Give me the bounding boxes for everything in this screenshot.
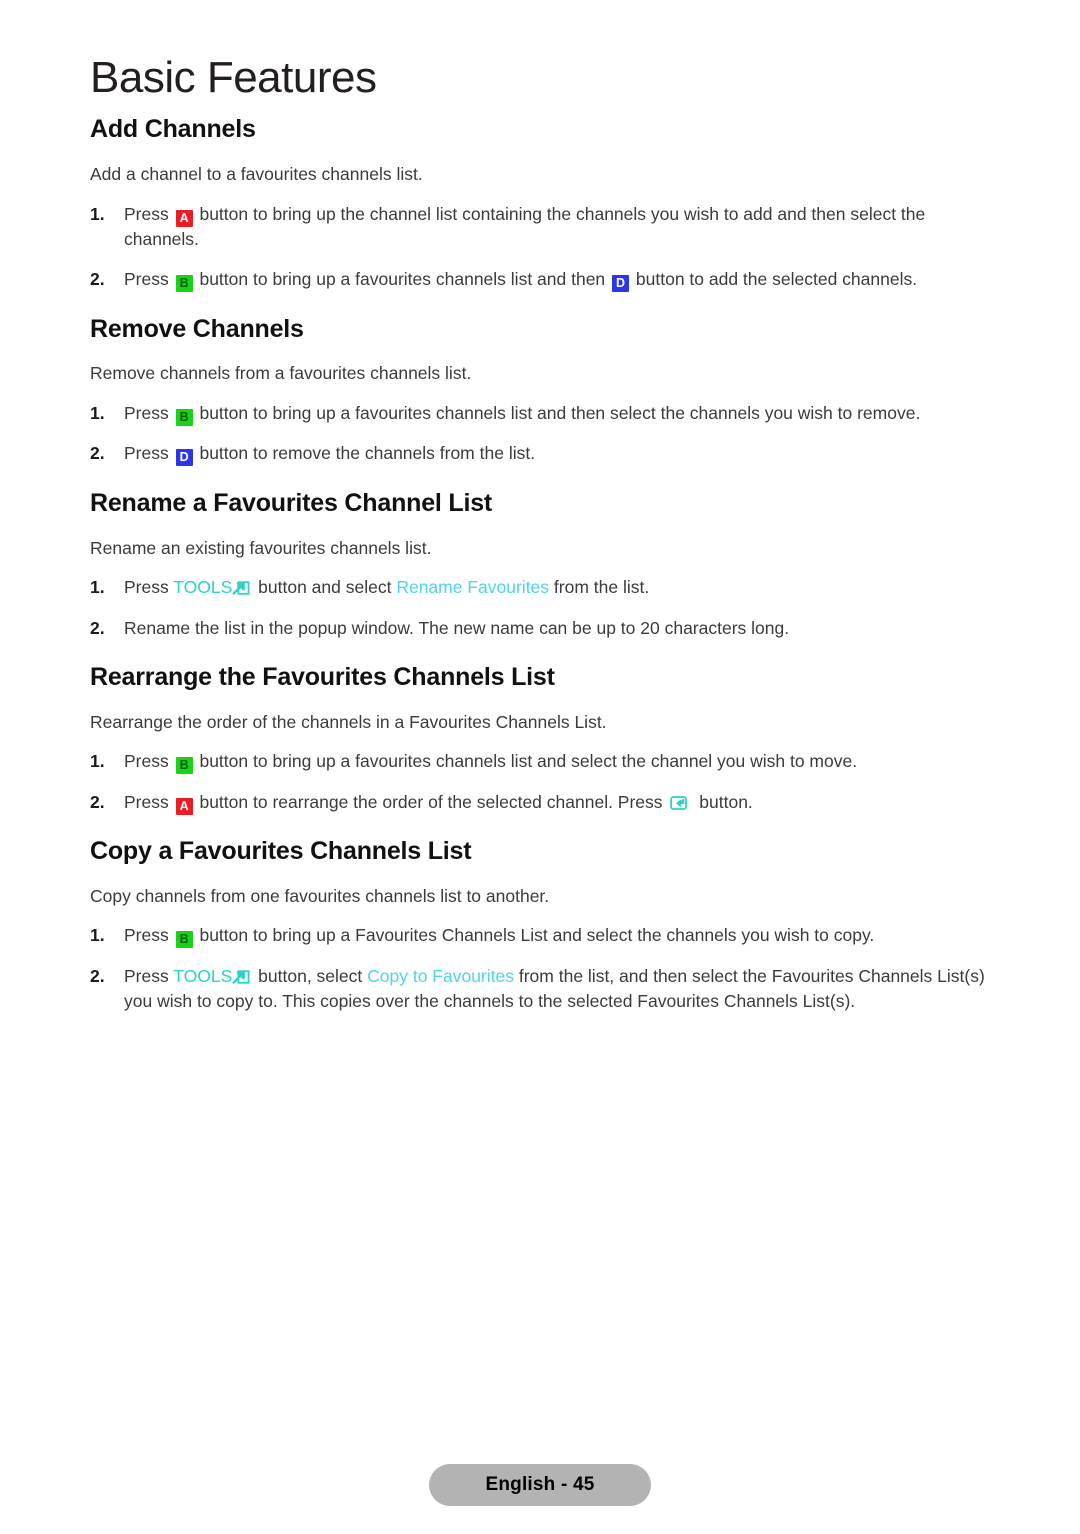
remote-key-a: A	[175, 209, 193, 227]
step-number: 2.	[90, 791, 105, 812]
page-title: Basic Features	[90, 53, 377, 102]
menu-item-reference: Copy to Favourites	[367, 965, 514, 986]
step-number: 1.	[90, 925, 105, 946]
footer-page-badge: English - 45	[429, 1464, 651, 1506]
section-intro: Copy channels from one favourites channe…	[90, 885, 550, 906]
step-list: 1. Press B button to bring up a favourite…	[90, 386, 990, 467]
remote-key-b: B	[175, 275, 193, 293]
step-number: 1.	[90, 403, 105, 424]
step-number: 2.	[90, 269, 105, 290]
step-item: 1. Press B button to bring up a Favourite…	[90, 908, 990, 949]
section: Remove Channels Remove channels from a fa…	[90, 293, 990, 467]
section: Copy a Favourites Channels List Copy chan…	[90, 815, 990, 1015]
step-text: Rename the list in the popup window. The…	[124, 617, 790, 638]
step-item: 2. Press A button to rearrange the order …	[90, 775, 990, 815]
step-text: Press D button to remove the channels fr…	[124, 443, 536, 467]
remote-key-d: D	[612, 275, 630, 293]
manual-page: Basic Features Add Channels Add a channel…	[0, 0, 1080, 1534]
section-intro: Rename an existing favourites channels l…	[90, 537, 432, 558]
enter-return-icon	[670, 795, 688, 810]
step-number: 1.	[90, 751, 105, 772]
remote-key-d: D	[175, 449, 193, 467]
section: Rename a Favourites Channel List Rename a…	[90, 467, 990, 641]
step-text: Press B button to bring up a favourites …	[124, 269, 918, 293]
step-text: Press A button to rearrange the order of…	[124, 791, 753, 815]
section-heading: Rename a Favourites Channel List	[90, 488, 493, 517]
remote-key-a: A	[175, 797, 193, 815]
step-text: Press B button to bring up a favourites …	[124, 403, 921, 427]
step-item: 2. Rename the list in the popup window. T…	[90, 601, 990, 641]
step-item: 2. Press TOOLS button, select Copy to Fav…	[90, 949, 990, 1015]
sections-container: Add Channels Add a channel to a favourite…	[90, 101, 990, 1014]
remote-key-b: B	[175, 409, 193, 427]
section-intro: Rearrange the order of the channels in a…	[90, 711, 607, 732]
step-list: 1. Press TOOLS button and select Rename F…	[90, 560, 990, 641]
step-text: Press B button to bring up a Favourites …	[124, 925, 875, 949]
section-heading: Add Channels	[90, 115, 256, 144]
section-heading: Remove Channels	[90, 314, 304, 343]
step-number: 1.	[90, 203, 105, 224]
section-heading: Rearrange the Favourites Channels List	[90, 662, 555, 691]
step-item: 1. Press TOOLS button and select Rename F…	[90, 560, 990, 600]
tools-arrow-icon	[232, 970, 250, 984]
step-item: 2. Press B button to bring up a favourite…	[90, 252, 990, 293]
remote-key-b: B	[175, 757, 193, 775]
step-text: Press TOOLS button and select Rename Fav…	[124, 577, 650, 598]
step-text: Press B button to bring up a favourites …	[124, 751, 858, 775]
step-number: 2.	[90, 965, 105, 986]
section-heading: Copy a Favourites Channels List	[90, 837, 472, 866]
menu-item-reference: Rename Favourites	[396, 577, 550, 598]
step-item: 1. Press B button to bring up a favourite…	[90, 386, 990, 427]
step-list: 1. Press A button to bring up the channel…	[90, 187, 990, 293]
step-number: 2.	[90, 443, 105, 464]
remote-key-b: B	[175, 931, 193, 949]
step-item: 1. Press B button to bring up a favourite…	[90, 734, 990, 775]
tools-arrow-icon	[232, 581, 250, 596]
step-item: 1. Press A button to bring up the channel…	[90, 187, 990, 253]
step-number: 2.	[90, 617, 105, 638]
step-number: 1.	[90, 577, 105, 598]
tools-button-label: TOOLS	[173, 577, 233, 598]
step-item: 2. Press D button to remove the channels …	[90, 426, 990, 467]
section-intro: Add a channel to a favourites channels l…	[90, 163, 423, 184]
step-list: 1. Press B button to bring up a Favourite…	[90, 908, 990, 1014]
tools-button-label: TOOLS	[173, 965, 233, 986]
section-intro: Remove channels from a favourites channe…	[90, 363, 472, 384]
section: Add Channels Add a channel to a favourite…	[90, 101, 990, 293]
step-text: Press TOOLS button, select Copy to Favou…	[124, 965, 985, 1012]
page-footer: English - 45	[0, 1464, 1080, 1506]
step-list: 1. Press B button to bring up a favourite…	[90, 734, 990, 815]
step-text: Press A button to bring up the channel l…	[124, 203, 926, 249]
section: Rearrange the Favourites Channels List Re…	[90, 641, 990, 815]
